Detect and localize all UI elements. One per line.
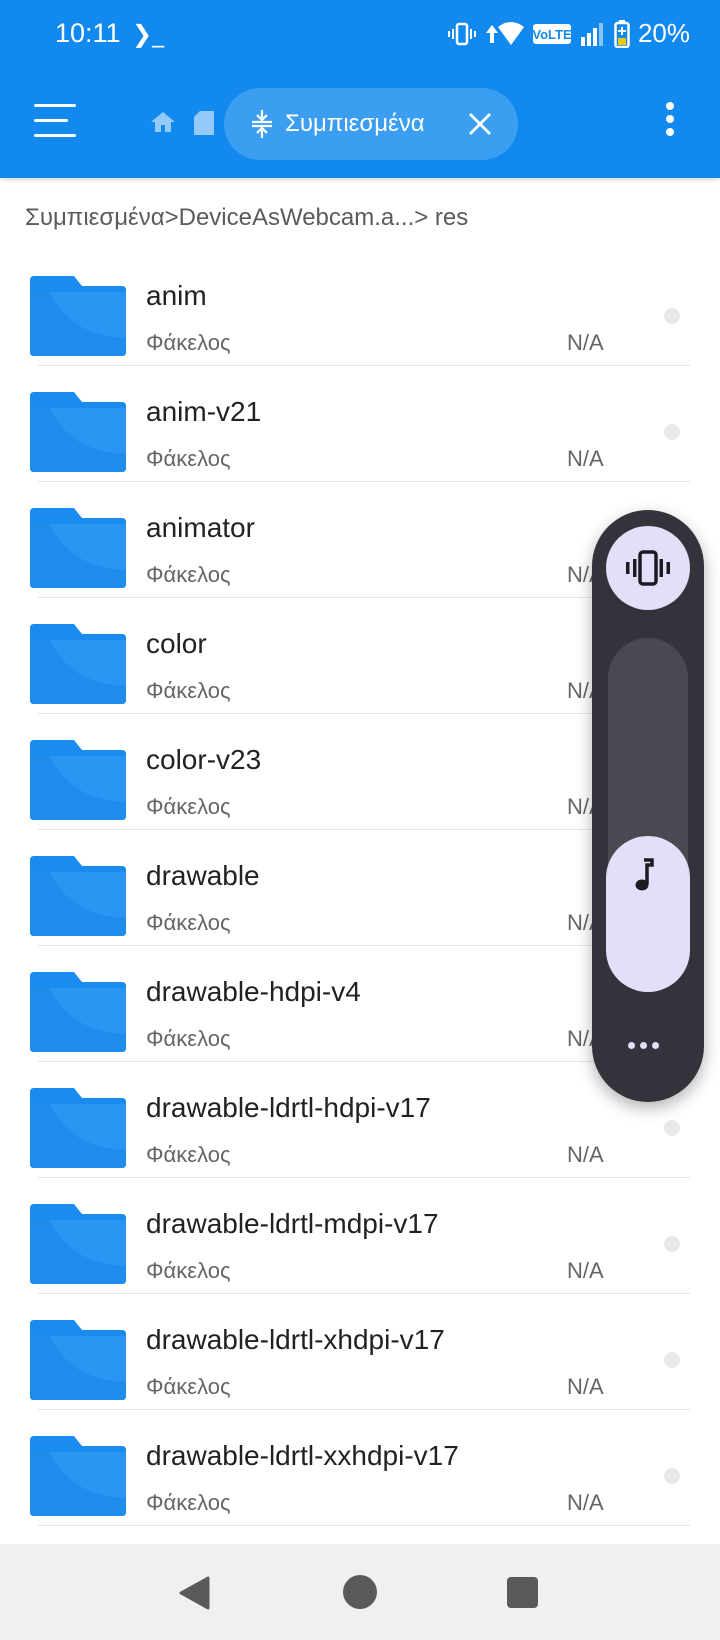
volume-slider-fill[interactable] [606,836,690,992]
more-horiz-icon[interactable] [628,1042,659,1049]
folder-icon [30,856,126,936]
file-size: N/A [567,1142,604,1167]
home-icon[interactable] [343,1575,377,1609]
terminal-icon: ❯_ [132,20,165,48]
hamburger-menu-icon[interactable] [34,104,76,140]
back-icon[interactable] [178,1576,210,1610]
status-bar: 10:11 ❯_ VoLTE 20% [0,0,720,72]
folder-icon [30,1088,126,1168]
file-type: Φάκελος [146,1026,231,1051]
wifi-icon [485,21,524,45]
volte-label: VoLTE [532,27,572,42]
status-icons: VoLTE 20% [447,18,690,49]
file-type: Φάκελος [146,1258,231,1283]
list-item[interactable]: drawable-ldrtl-mdpi-v17 Φάκελος N/A [0,1178,720,1294]
current-folder-chip[interactable]: Συμπιεσμένα [224,88,518,160]
folder-icon [30,1320,126,1400]
file-name: drawable-ldrtl-hdpi-v17 [146,1092,431,1123]
select-indicator[interactable] [664,308,680,324]
file-name: drawable-ldrtl-mdpi-v17 [146,1208,439,1239]
signal-icon [580,22,603,46]
file-size: N/A [567,1258,604,1283]
chip-label: Συμπιεσμένα [285,110,425,137]
file-type: Φάκελος [146,446,231,471]
file-type: Φάκελος [146,794,231,819]
compress-icon [252,110,272,138]
select-indicator[interactable] [664,1352,680,1368]
vibrate-icon [447,22,476,45]
folder-icon [30,972,126,1052]
file-type: Φάκελος [146,1142,231,1167]
app-bar: Συμπιεσμένα [0,72,720,178]
close-icon[interactable] [468,112,492,136]
list-item[interactable]: drawable-ldrtl-xxhdpi-v17 Φάκελος N/A [0,1410,720,1526]
folder-icon [30,392,126,472]
folder-icon [30,624,126,704]
file-size: N/A [567,1490,604,1515]
file-size: N/A [567,446,604,471]
file-name: animator [146,512,255,543]
volte-icon: VoLTE [532,23,572,44]
select-indicator[interactable] [664,424,680,440]
ringer-mode-button[interactable] [606,526,690,610]
battery-icon [614,19,630,48]
divider [38,1525,690,1526]
file-name: drawable-ldrtl-xhdpi-v17 [146,1324,445,1355]
file-name: anim [146,280,207,311]
recents-icon[interactable] [507,1577,538,1608]
folder-icon [30,740,126,820]
file-name: drawable [146,860,260,891]
select-indicator[interactable] [664,1120,680,1136]
navigation-bar [0,1544,720,1640]
breadcrumb[interactable]: Συμπιεσμένα>DeviceAsWebcam.a...> res [25,204,468,232]
folder-icon [30,276,126,356]
sd-card-icon[interactable] [193,110,215,136]
file-type: Φάκελος [146,1374,231,1399]
volume-panel [592,510,704,1102]
folder-icon [30,1204,126,1284]
status-time: 10:11 [55,18,121,48]
file-name: color [146,628,207,659]
list-item[interactable]: drawable-ldrtl-xhdpi-v17 Φάκελος N/A [0,1294,720,1410]
file-name: drawable-hdpi-v4 [146,976,361,1007]
more-vert-icon[interactable] [664,102,676,142]
file-name: drawable-ldrtl-xxhdpi-v17 [146,1440,459,1471]
file-type: Φάκελος [146,678,231,703]
file-size: N/A [567,1374,604,1399]
file-type: Φάκελος [146,910,231,935]
list-item[interactable]: anim-v21 Φάκελος N/A [0,366,720,482]
folder-icon [30,1436,126,1516]
vibrate-icon [626,550,670,586]
list-item[interactable]: anim Φάκελος N/A [0,250,720,366]
select-indicator[interactable] [664,1468,680,1484]
file-size: N/A [567,330,604,355]
file-name: color-v23 [146,744,262,775]
home-icon[interactable] [150,110,176,134]
battery-percent: 20% [637,18,690,48]
file-name: anim-v21 [146,396,262,427]
file-type: Φάκελος [146,1490,231,1515]
folder-icon [30,508,126,588]
file-type: Φάκελος [146,562,231,587]
select-indicator[interactable] [664,1236,680,1252]
music-note-icon [635,858,654,891]
file-type: Φάκελος [146,330,231,355]
